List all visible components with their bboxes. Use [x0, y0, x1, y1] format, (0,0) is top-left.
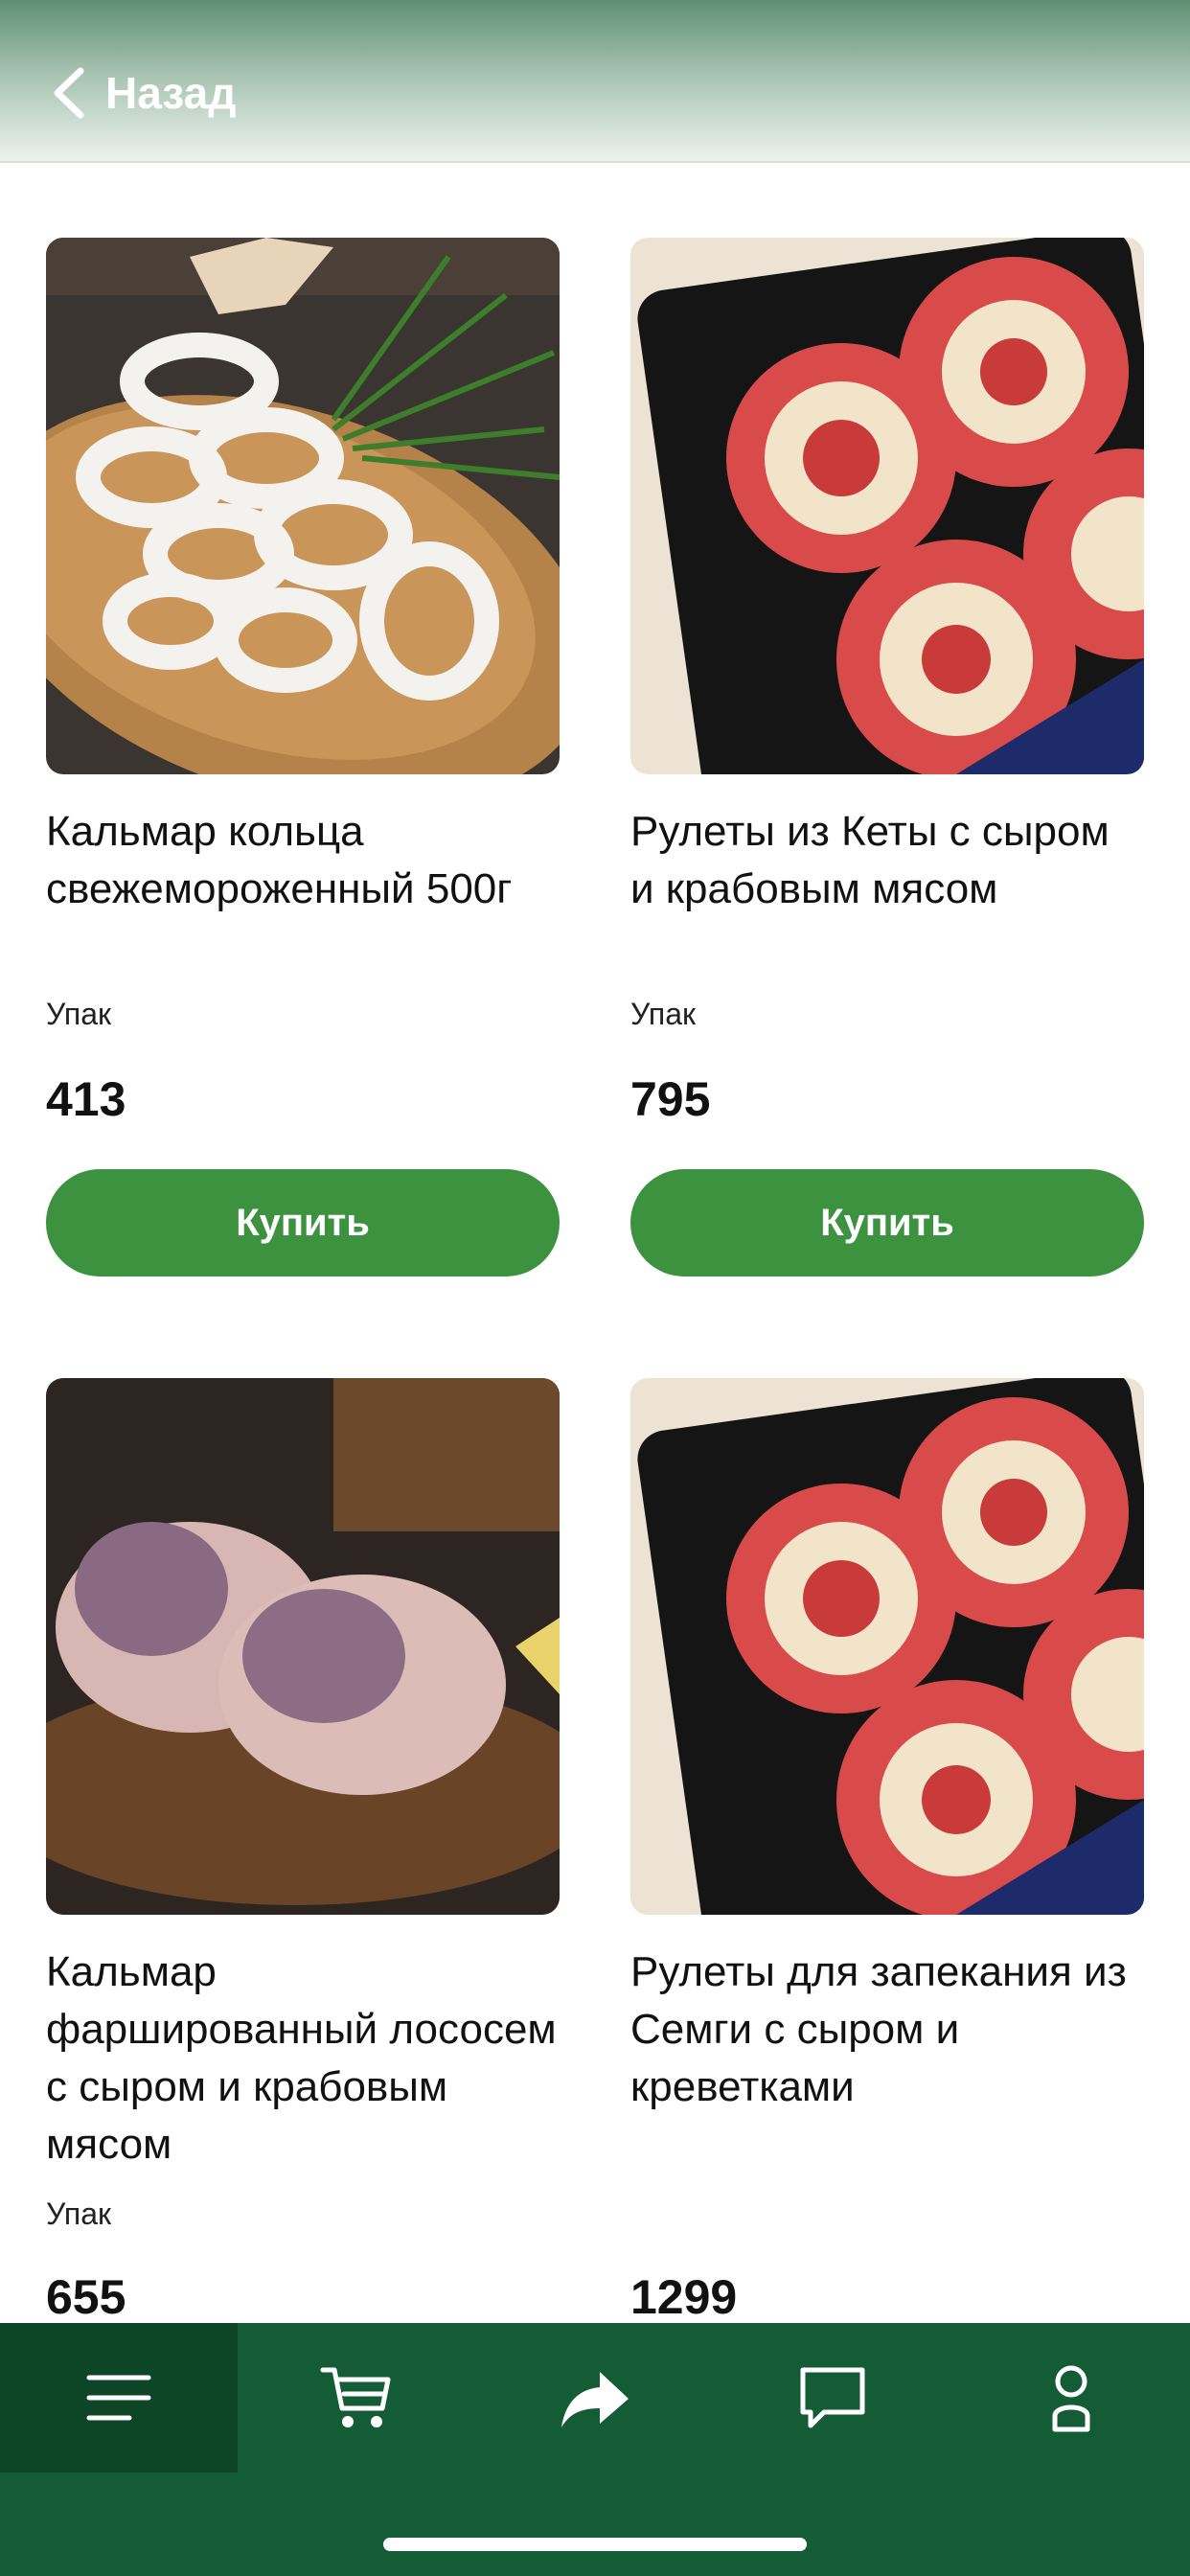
back-button[interactable]: Назад	[50, 59, 236, 126]
product-price: 1299	[630, 2270, 738, 2324]
product-image[interactable]	[630, 238, 1144, 774]
product-image[interactable]	[46, 1378, 560, 1915]
product-image[interactable]	[630, 1378, 1144, 1915]
tab-cart[interactable]	[238, 2323, 475, 2472]
product-title: Кальмар фаршированный лососем с сыром и …	[46, 1948, 557, 2168]
cart-icon	[320, 2367, 391, 2427]
product-price: 655	[46, 2270, 126, 2324]
product-unit: Упак	[46, 2196, 112, 2231]
menu-icon	[86, 2375, 151, 2421]
tab-chat[interactable]	[714, 2323, 951, 2472]
share-icon	[561, 2372, 629, 2427]
product-card[interactable]: Кальмар кольца свежемороженный 500г Упак…	[46, 238, 560, 1282]
buy-button[interactable]: Купить	[630, 1169, 1144, 1276]
product-title: Кальмар кольца свежемороженный 500г	[46, 808, 513, 912]
product-image[interactable]	[46, 238, 560, 774]
buy-button[interactable]: Купить	[46, 1169, 560, 1276]
product-title: Рулеты из Кеты с сыром и крабовым мясом	[630, 808, 1110, 912]
product-card[interactable]: Рулеты для запекания из Семги с сыром и …	[630, 1378, 1144, 2324]
back-label: Назад	[105, 68, 237, 118]
top-bar: Назад	[0, 0, 1190, 163]
product-price: 413	[46, 1072, 126, 1126]
product-title: Рулеты для запекания из Семги с сыром и …	[630, 1948, 1127, 2110]
product-unit: Упак	[46, 997, 112, 1031]
tab-share[interactable]	[476, 2323, 714, 2472]
chevron-left-icon	[54, 67, 84, 119]
tab-profile[interactable]	[952, 2323, 1190, 2472]
product-card[interactable]: Рулеты из Кеты с сыром и крабовым мясом …	[630, 238, 1144, 1282]
home-indicator	[383, 2538, 807, 2551]
chat-icon	[800, 2367, 865, 2428]
profile-icon	[1052, 2365, 1090, 2432]
tab-menu[interactable]	[0, 2323, 238, 2472]
product-unit: Упак	[630, 997, 697, 1031]
product-card[interactable]: Кальмар фаршированный лососем с сыром и …	[46, 1378, 560, 2324]
product-price: 795	[630, 1072, 711, 1126]
